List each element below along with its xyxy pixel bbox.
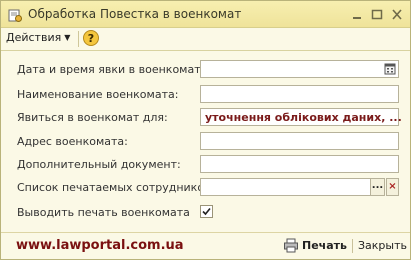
field-label-stamp: Выводить печать военкомата — [17, 206, 190, 219]
close-button[interactable]: Закрыть — [358, 239, 407, 252]
actions-menu-label: Действия — [6, 31, 62, 44]
form-row-address: Адрес военкомата: — [1, 132, 410, 152]
minimize-icon[interactable] — [350, 8, 364, 21]
print-button-label: Печать — [302, 239, 347, 252]
date-time-field[interactable] — [200, 60, 399, 78]
print-stamp-checkbox[interactable] — [200, 205, 213, 218]
toolbar-divider — [78, 31, 79, 47]
title-bar[interactable]: Обработка Повестка в военкомат — [1, 1, 410, 28]
footer-bar: www.lawportal.com.ua Печать Закрыть — [1, 232, 410, 260]
form-row-stamp: Выводить печать военкомата — [1, 203, 410, 223]
form-row-date: Дата и время явки в военкомат: — [1, 60, 410, 80]
form-row-employees: Список печатаемых сотрудников: ... × — [1, 178, 410, 198]
window-title: Обработка Повестка в военкомат — [28, 7, 242, 21]
toolbar: Действия ▼ ? — [1, 28, 410, 51]
form-row-extra-doc: Дополнительный документ: — [1, 155, 410, 175]
printer-icon — [284, 238, 298, 253]
field-label-purpose: Явиться в военкомат для: — [17, 111, 168, 124]
purpose-value: уточнення облікових даних, ... — [205, 111, 402, 124]
field-label-date: Дата и время явки в военкомат: — [17, 63, 205, 76]
actions-menu-button[interactable]: Действия ▼ — [6, 31, 70, 47]
field-label-extra-doc: Дополнительный документ: — [17, 158, 181, 171]
employee-list-field[interactable] — [200, 178, 385, 196]
chevron-down-icon: ▼ — [64, 33, 71, 42]
form-processing-icon — [8, 9, 22, 22]
watermark-url: www.lawportal.com.ua — [16, 238, 184, 253]
field-label-name: Наименование военкомата: — [17, 88, 179, 101]
form-area: Дата и время явки в военкомат: Наименова… — [1, 51, 410, 226]
footer-divider — [352, 239, 353, 253]
purpose-field[interactable]: уточнення облікових даних, ... — [200, 108, 402, 126]
field-label-address: Адрес военкомата: — [17, 135, 128, 148]
extra-document-field[interactable] — [200, 155, 399, 173]
select-employees-button[interactable]: ... — [370, 178, 385, 196]
help-button[interactable]: ? — [83, 30, 99, 46]
address-field[interactable] — [200, 132, 399, 150]
processing-window: Обработка Повестка в военкомат Действия ▼… — [0, 0, 411, 260]
field-label-employees: Список печатаемых сотрудников: — [17, 181, 215, 194]
form-row-name: Наименование военкомата: — [1, 85, 410, 105]
calendar-icon[interactable] — [383, 62, 397, 76]
close-icon[interactable] — [390, 8, 404, 21]
commissariat-name-field[interactable] — [200, 85, 399, 103]
checkmark-icon — [202, 207, 211, 216]
clear-employees-button[interactable]: × — [386, 178, 399, 196]
form-row-purpose: Явиться в военкомат для: уточнення облік… — [1, 108, 410, 128]
maximize-icon[interactable] — [370, 8, 384, 21]
